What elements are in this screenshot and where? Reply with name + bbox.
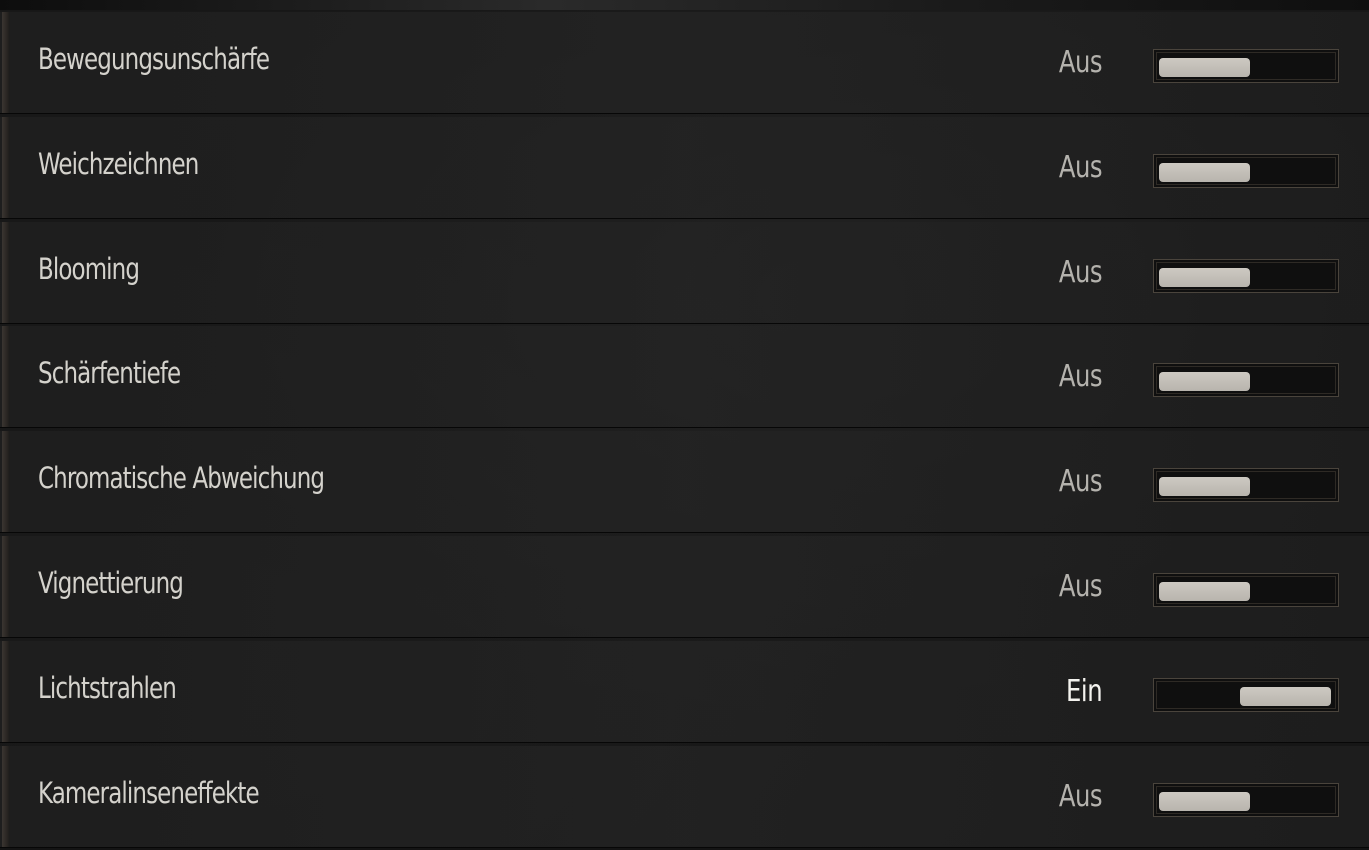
setting-row-motion-blur[interactable]: Bewegungsunschärfe Aus xyxy=(0,12,1369,114)
top-divider xyxy=(0,0,1369,10)
toggle-knob[interactable] xyxy=(1159,581,1250,601)
setting-label: Vignettierung xyxy=(38,565,184,600)
setting-value: Aus xyxy=(1058,359,1103,395)
setting-row-depth-of-field[interactable]: Schärfentiefe Aus xyxy=(0,326,1369,429)
toggle-knob[interactable] xyxy=(1159,58,1250,77)
depth-of-field-toggle[interactable] xyxy=(1153,363,1339,398)
setting-label: Schärfentiefe xyxy=(38,356,181,391)
vignette-toggle[interactable] xyxy=(1153,572,1339,607)
setting-row-light-shafts[interactable]: Lichtstrahlen Ein xyxy=(0,640,1369,743)
blur-toggle[interactable] xyxy=(1153,153,1339,188)
row-accent-bar xyxy=(2,221,10,323)
toggle-knob[interactable] xyxy=(1159,791,1250,811)
graphics-settings-list: Bewegungsunschärfe Aus Weichzeichnen Aus… xyxy=(0,12,1369,850)
setting-value: Ein xyxy=(1065,673,1103,709)
setting-label: Kameralinseneffekte xyxy=(38,775,260,810)
setting-label: Lichtstrahlen xyxy=(38,670,177,705)
setting-value: Aus xyxy=(1058,568,1103,604)
toggle-knob[interactable] xyxy=(1159,477,1250,497)
bloom-toggle[interactable] xyxy=(1153,258,1339,293)
light-shafts-toggle[interactable] xyxy=(1153,677,1339,712)
setting-row-vignette[interactable]: Vignettierung Aus xyxy=(0,535,1369,638)
toggle-knob[interactable] xyxy=(1159,267,1250,287)
row-accent-bar xyxy=(2,431,10,533)
setting-value: Aus xyxy=(1058,149,1103,185)
row-accent-bar xyxy=(2,326,10,428)
row-accent-bar xyxy=(2,116,10,218)
row-accent-bar xyxy=(2,640,10,742)
setting-row-lens-effects[interactable]: Kameralinseneffekte Aus xyxy=(0,745,1369,848)
setting-row-blur[interactable]: Weichzeichnen Aus xyxy=(0,116,1369,219)
toggle-knob[interactable] xyxy=(1159,372,1250,392)
motion-blur-toggle[interactable] xyxy=(1153,49,1339,83)
setting-value: Aus xyxy=(1058,464,1103,500)
setting-value: Aus xyxy=(1058,45,1103,80)
row-accent-bar xyxy=(2,745,10,847)
setting-label: Blooming xyxy=(38,251,140,286)
toggle-knob[interactable] xyxy=(1159,162,1250,182)
setting-value: Aus xyxy=(1058,778,1103,814)
setting-row-bloom[interactable]: Blooming Aus xyxy=(0,221,1369,324)
lens-effects-toggle[interactable] xyxy=(1153,782,1339,817)
toggle-knob[interactable] xyxy=(1240,686,1331,706)
setting-label: Chromatische Abweichung xyxy=(38,461,325,496)
chromatic-aberration-toggle[interactable] xyxy=(1153,468,1339,503)
setting-value: Aus xyxy=(1058,254,1103,290)
row-accent-bar xyxy=(2,12,10,113)
setting-label: Bewegungsunschärfe xyxy=(38,42,270,76)
setting-label: Weichzeichnen xyxy=(38,146,199,181)
setting-row-chromatic-aberration[interactable]: Chromatische Abweichung Aus xyxy=(0,431,1369,534)
row-accent-bar xyxy=(2,535,10,637)
